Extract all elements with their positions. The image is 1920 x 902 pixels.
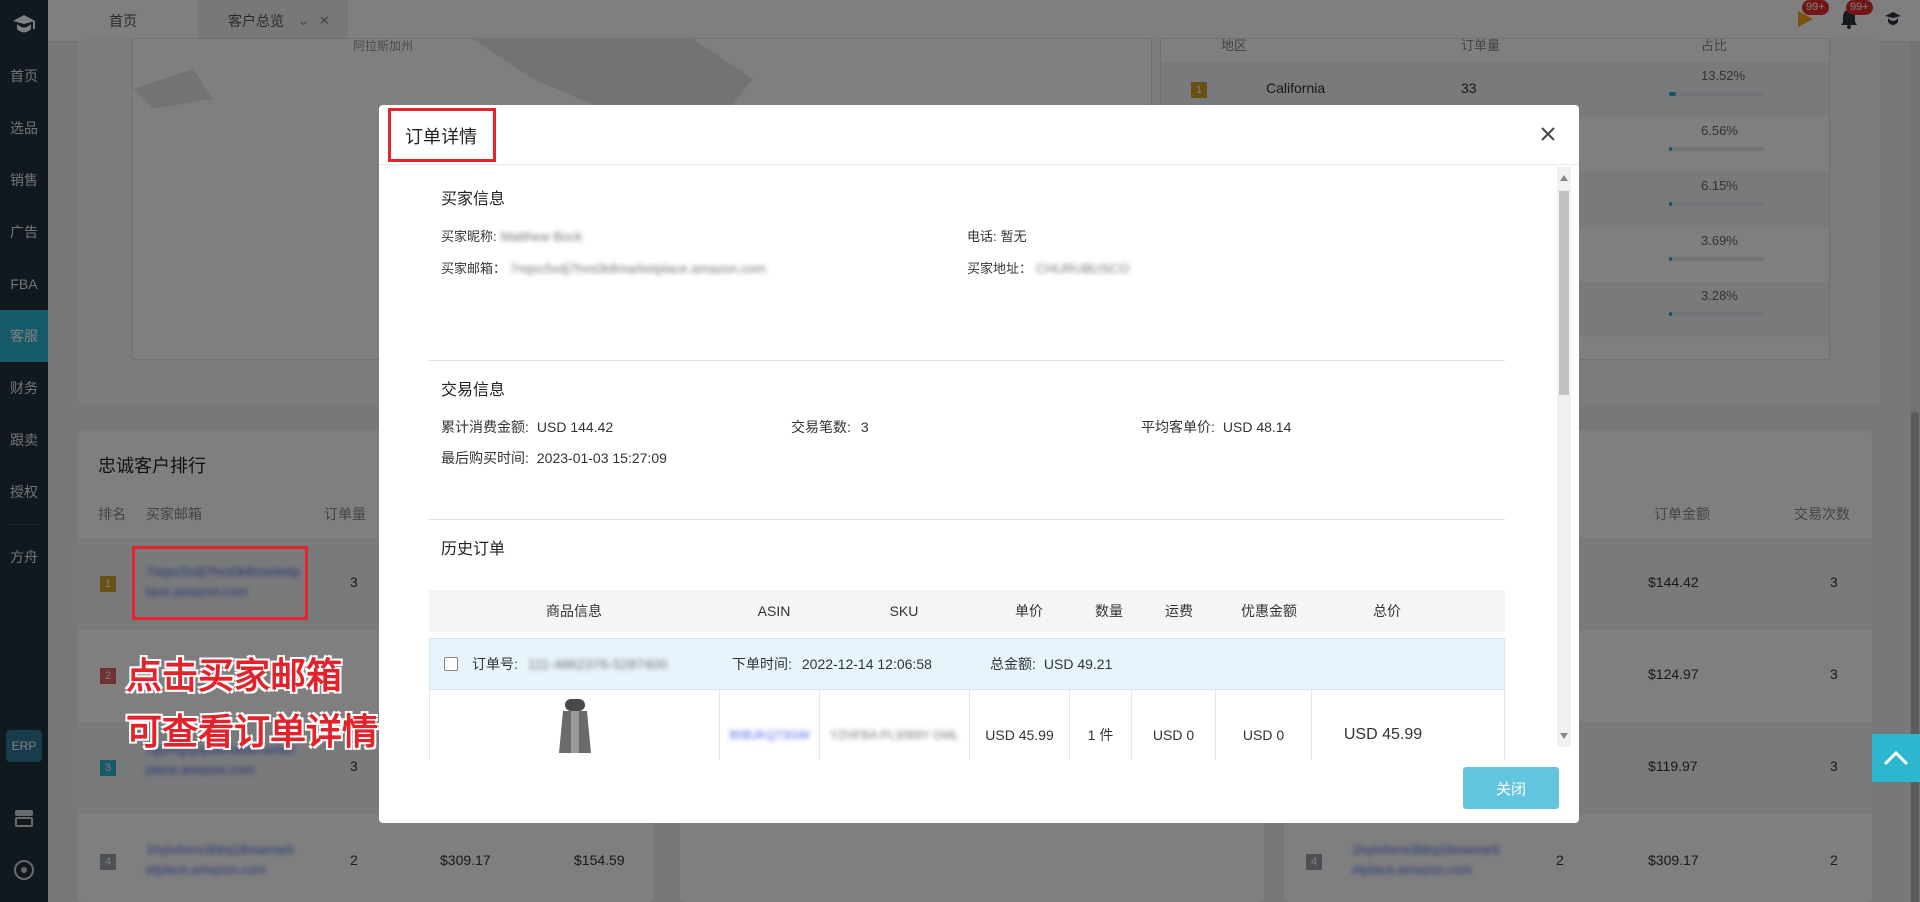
product-image-cell [430,690,720,760]
avg-order-value: 平均客单价: USD 48.14 [1141,417,1291,437]
total-spend: 累计消费金额: USD 144.42 [441,417,613,437]
annotation-highlight-email [132,546,308,620]
asin-link[interactable]: B0BJKQ73GW [729,728,809,742]
dialog-header: 订单详情 [379,105,1579,165]
buyer-email-value: 7nqsc5xdj7hvs0k8marketplace.amazon.com [510,261,766,276]
discount-value: USD 0 [1242,727,1285,743]
divider [429,360,1505,361]
back-to-top-button[interactable] [1872,734,1920,782]
buyer-email: 买家邮箱： 7nqsc5xdj7hvs0k8marketplace.amazon.… [441,258,766,277]
chevron-up-icon [1883,750,1909,766]
qty-value: 1 件 [1087,727,1114,743]
trade-info-title: 交易信息 [441,382,506,399]
order-number-value: 111-4862376-5287400 [527,656,668,672]
trade-count-label: 交易笔数: [791,419,851,435]
th-sku: SKU [889,603,919,619]
sku-cell: YZHFBA PL3089Y GML [820,690,970,760]
th-discount: 优惠金额 [1241,603,1297,619]
order-checkbox[interactable] [444,639,458,689]
price-cell: USD 45.99 [970,690,1070,760]
last-purchase-label: 最后购买时间: [441,450,529,466]
buyer-phone: 电话: 暂无 [967,226,1027,245]
order-detail-dialog: 订单详情 买家信息 买家昵称: Matthew Bock 电话: 暂无 买家邮箱： 7… [379,105,1579,823]
product-thumbnail[interactable] [555,697,595,753]
buyer-nickname-label: 买家昵称: [441,229,497,244]
buyer-phone-label: 电话: [967,229,997,244]
qty-cell: 1 件 [1070,690,1132,760]
trade-count-value: 3 [860,419,869,435]
item-total-value: USD 45.99 [1343,726,1423,743]
last-purchase-value: 2023-01-03 15:27:09 [536,450,667,466]
divider [429,519,1505,520]
buyer-address-value: CHURUBUSCO [1036,261,1130,276]
th-shipping: 运费 [1165,603,1193,619]
order-item-row: B0BJKQ73GW YZHFBA PL3089Y GML USD 45.99 … [429,690,1505,760]
annotation-text-line1: 点击买家邮箱 [126,656,343,697]
buyer-phone-value: 暂无 [1000,229,1027,244]
discount-cell: USD 0 [1216,690,1312,760]
order-summary-row: 订单号: 111-4862376-5287400 下单时间: 2022-12-14 … [429,638,1505,690]
buyer-address: 买家地址： CHURUBUSCO [967,258,1129,277]
total-spend-value: USD 144.42 [536,419,614,435]
buyer-email-label: 买家邮箱： [441,261,507,276]
dialog-scroll-thumb[interactable] [1559,191,1569,395]
th-product: 商品信息 [546,603,602,619]
sku-value: YZHFBA PL3089Y GML [830,728,959,742]
buyer-nickname-value: Matthew Bock [500,229,583,244]
th-qty: 数量 [1095,603,1123,619]
history-orders-title: 历史订单 [441,541,506,558]
shipping-cell: USD 0 [1132,690,1216,760]
price-value: USD 45.99 [985,727,1054,743]
close-icon[interactable] [1535,121,1561,147]
shipping-value: USD 0 [1152,727,1195,743]
order-number: 订单号: 111-4862376-5287400 [472,639,668,689]
scroll-down-arrow[interactable] [1560,733,1568,739]
order-amount-value: USD 49.21 [1043,656,1113,672]
order-number-label: 订单号: [472,656,518,672]
order-amount: 总金额: USD 49.21 [990,639,1112,689]
dialog-body: 买家信息 买家昵称: Matthew Bock 电话: 暂无 买家邮箱： 7nqsc5… [379,165,1579,760]
dialog-scrollbar[interactable] [1557,167,1571,747]
th-asin: ASIN [757,603,791,619]
avg-order-label: 平均客单价: [1141,419,1215,435]
buyer-nickname: 买家昵称: Matthew Bock [441,226,582,245]
order-time-label: 下单时间: [732,656,792,672]
th-total: 总价 [1373,603,1401,619]
annotation-highlight-title [388,108,496,162]
close-button[interactable]: 关闭 [1463,767,1559,809]
order-time: 下单时间: 2022-12-14 12:06:58 [732,639,932,689]
buyer-info-title: 买家信息 [441,191,506,208]
total-spend-label: 累计消费金额: [441,419,529,435]
last-purchase: 最后购买时间: 2023-01-03 15:27:09 [441,448,667,468]
annotation-text-line2: 可查看订单详情 [126,712,379,753]
item-total-cell: USD 45.99 [1312,690,1454,760]
order-amount-label: 总金额: [990,656,1036,672]
checkbox-box[interactable] [444,657,458,671]
history-table-header: 商品信息 ASIN SKU 单价 数量 运费 优惠金额 总价 [429,590,1505,632]
trade-count: 交易笔数: 3 [791,417,869,437]
avg-order-value-text: USD 48.14 [1222,419,1292,435]
scroll-up-arrow[interactable] [1560,175,1568,181]
order-time-value: 2022-12-14 12:06:58 [801,656,932,672]
th-price: 单价 [1015,603,1043,619]
asin-cell: B0BJKQ73GW [720,690,820,760]
buyer-address-label: 买家地址： [967,261,1033,276]
